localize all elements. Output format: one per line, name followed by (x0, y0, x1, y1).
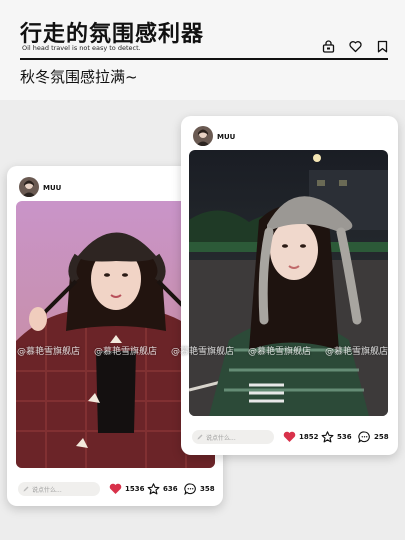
post-card-right[interactable]: MUU 说点什么... 1852 536 258 (181, 116, 398, 455)
bookmark-icon[interactable] (376, 38, 389, 53)
comment-count: 358 (200, 485, 215, 493)
comment-placeholder: 说点什么... (32, 486, 62, 494)
avatar[interactable] (193, 126, 213, 146)
username[interactable]: MUU (43, 184, 61, 192)
like-count: 1852 (299, 433, 319, 441)
watermark-text: @慕艳雪旗舰店 (170, 347, 234, 357)
comment-input[interactable]: 说点什么... (192, 430, 274, 444)
watermark-text: @慕艳雪旗舰店 (93, 347, 157, 357)
like-stat[interactable]: 1536 (109, 483, 144, 495)
bag-icon[interactable] (322, 38, 335, 53)
pencil-icon (197, 434, 203, 440)
comment-count: 258 (374, 433, 389, 441)
post-photo[interactable] (189, 150, 388, 416)
favorite-stat[interactable]: 636 (147, 483, 178, 495)
heart-icon (283, 431, 296, 442)
watermark: @慕艳雪旗舰店 @慕艳雪旗舰店 @慕艳雪旗舰店 @慕艳雪旗舰店 @慕艳雪旗舰店 (0, 344, 405, 357)
comment-bubble-icon (184, 483, 196, 495)
header-divider (20, 58, 388, 60)
like-stat[interactable]: 1852 (283, 431, 318, 443)
header-actions (322, 38, 389, 53)
watermark-text: @慕艳雪旗舰店 (16, 347, 80, 357)
header: 行走的氛围感利器 Oil head travel is not easy to … (0, 0, 405, 100)
page-subtitle: 秋冬氛围感拉满~ (20, 68, 138, 86)
english-subtitle: Oil head travel is not easy to detect. (22, 44, 141, 52)
comment-placeholder: 说点什么... (206, 434, 236, 442)
watermark-text: @慕艳雪旗舰店 (248, 347, 312, 357)
like-count: 1536 (125, 485, 145, 493)
favorite-stat[interactable]: 536 (321, 431, 352, 443)
star-icon (321, 431, 334, 443)
username[interactable]: MUU (217, 133, 235, 141)
heart-outline-icon[interactable] (349, 38, 362, 53)
heart-icon (109, 483, 122, 494)
comment-bubble-icon (358, 431, 370, 443)
comment-stat[interactable]: 258 (358, 431, 389, 443)
star-icon (147, 483, 160, 495)
comment-stat[interactable]: 358 (184, 483, 215, 495)
pencil-icon (23, 486, 29, 492)
favorite-count: 536 (337, 433, 352, 441)
comment-input[interactable]: 说点什么... (18, 482, 100, 496)
avatar[interactable] (19, 177, 39, 197)
favorite-count: 636 (163, 485, 178, 493)
watermark-text: @慕艳雪旗舰店 (325, 347, 389, 357)
